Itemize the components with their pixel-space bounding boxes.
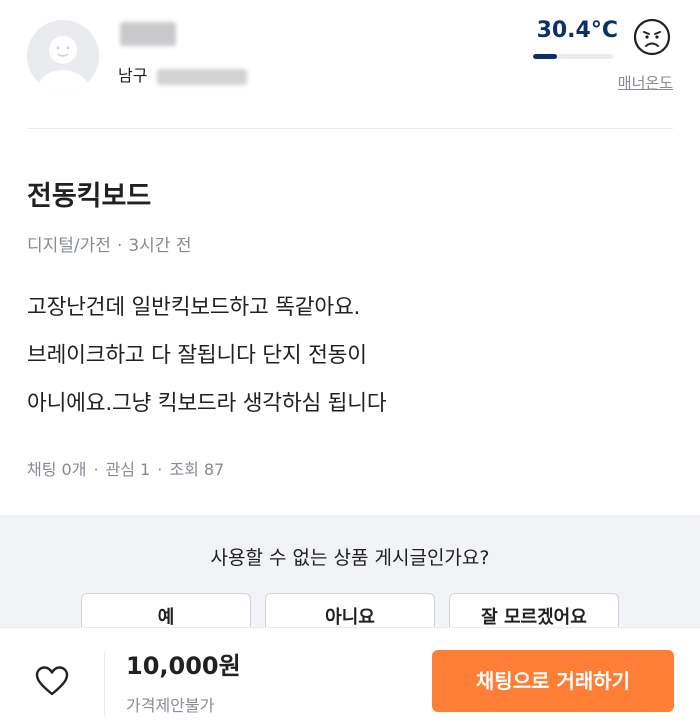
seller-region: 남구 — [118, 62, 248, 86]
bottom-bar-divider — [104, 652, 105, 716]
view-count: 조회 87 — [169, 460, 225, 479]
listing-stats: 채팅 0개 · 관심 1 · 조회 87 — [27, 456, 224, 480]
listing-category[interactable]: 디지털/가전 — [27, 236, 111, 256]
bottom-action-bar: 10,000원 가격제안불가 채팅으로 거래하기 — [0, 627, 700, 726]
description-line: 고장난건데 일반킥보드하고 똑같아요. — [27, 295, 361, 320]
seller-region-label: 남구 — [118, 66, 148, 85]
listing-time: 3시간 전 — [128, 236, 192, 256]
chat-count: 채팅 0개 — [27, 460, 87, 479]
listing-title: 전동킥보드 — [27, 181, 152, 212]
stats-separator: · — [157, 460, 163, 479]
manner-temperature-value: 30.4°C — [536, 18, 618, 43]
meta-separator: · — [116, 236, 123, 256]
avatar[interactable] — [27, 20, 99, 92]
seller-profile: 남구 30.4°C 매너온도 — [0, 0, 700, 130]
manner-temperature-link[interactable]: 매너온도 — [618, 72, 673, 93]
frown-face-icon — [633, 18, 671, 56]
heart-outline-icon[interactable] — [35, 665, 69, 697]
price-offer-note: 가격제안불가 — [126, 696, 215, 715]
listing-price: 10,000원 — [126, 652, 241, 680]
profile-divider — [27, 128, 673, 129]
seller-nickname-redacted — [120, 22, 176, 46]
description-line: 아니에요.그냥 킥보드라 생각하심 됩니다 — [27, 391, 387, 416]
description-line: 브레이크하고 다 잘됩니다 단지 전동이 — [27, 343, 367, 368]
manner-temperature-fill — [533, 54, 558, 59]
seller-region-detail-redacted — [157, 68, 248, 85]
report-panel: 사용할 수 없는 상품 게시글인가요? 예 아니요 잘 모르겠어요 — [0, 515, 700, 643]
manner-temperature-bar — [533, 54, 613, 59]
listing-meta: 디지털/가전 · 3시간 전 — [27, 231, 191, 256]
report-question: 사용할 수 없는 상품 게시글인가요? — [210, 547, 490, 569]
interest-count: 관심 1 — [105, 460, 151, 479]
default-avatar-icon — [27, 20, 99, 92]
listing-description: 고장난건데 일반킥보드하고 똑같아요. 브레이크하고 다 잘됩니다 단지 전동이… — [27, 284, 677, 428]
chat-trade-button[interactable]: 채팅으로 거래하기 — [432, 650, 674, 712]
stats-separator: · — [93, 460, 99, 479]
